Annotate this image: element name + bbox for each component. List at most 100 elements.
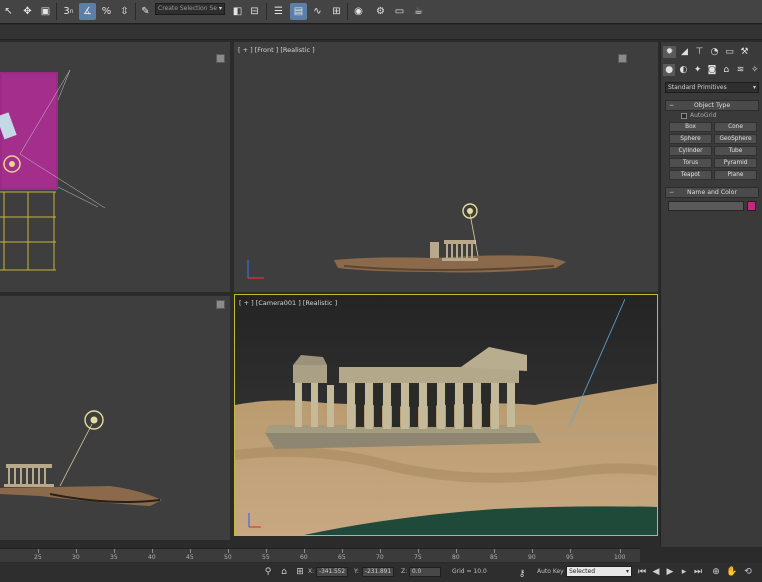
- object-color-swatch[interactable]: [747, 201, 756, 211]
- next-frame-icon[interactable]: ▸: [678, 566, 690, 578]
- status-bar: ⚲ ⌂ ⊞ X: -341.552 Y: -231.891 Z: 0.0 Gri…: [0, 563, 762, 582]
- viewport-label-camera[interactable]: [ + ] [Camera001 ] [Realistic ]: [239, 299, 337, 307]
- curve-editor-icon[interactable]: ∿: [309, 3, 326, 20]
- layers-icon[interactable]: ☰: [270, 3, 287, 20]
- timeline-tick-label: 40: [148, 554, 156, 561]
- go-to-end-icon[interactable]: ⏭: [692, 566, 704, 578]
- primitive-type-dropdown[interactable]: Standard Primitives ▾: [665, 82, 759, 93]
- sphere-button[interactable]: Sphere: [669, 134, 712, 144]
- angle-snap-icon[interactable]: ∡: [79, 3, 96, 20]
- scene-explorer-icon[interactable]: ▤: [290, 3, 307, 20]
- systems-icon[interactable]: ✧: [749, 64, 761, 76]
- viewport-front[interactable]: [ + ] [Front ] [Realistic ]: [234, 42, 658, 292]
- shapes-icon[interactable]: ◐: [677, 64, 689, 76]
- hierarchy-tab-icon[interactable]: ⊤: [693, 46, 706, 58]
- teapot-button[interactable]: Teapot: [669, 170, 712, 180]
- chevron-down-icon: ▾: [625, 568, 629, 575]
- display-tab-icon[interactable]: ▭: [723, 46, 736, 58]
- geometry-icon[interactable]: ●: [663, 64, 676, 76]
- edit-named-selection-icon[interactable]: ✎: [137, 3, 154, 20]
- rendered-frame-icon[interactable]: ▭: [391, 3, 408, 20]
- key-filter-dropdown[interactable]: Selected ▾: [566, 566, 632, 577]
- object-type-rollout[interactable]: − Object Type: [665, 100, 759, 111]
- cursor-icon[interactable]: ↖: [0, 3, 17, 20]
- timeline-tick: [456, 549, 457, 553]
- object-name-input[interactable]: [668, 201, 744, 211]
- percent-snap-icon[interactable]: %: [98, 3, 115, 20]
- viewport-maximize-button[interactable]: [216, 54, 225, 63]
- timeline-ruler[interactable]: 25 30 35 40 45 50 55 60 65 70 75 80 85 9…: [0, 548, 640, 562]
- sun-helper-line-left: [59, 423, 93, 487]
- z-coordinate-field[interactable]: 0.0: [409, 567, 441, 577]
- timeline-tick: [570, 549, 571, 553]
- select-region-icon[interactable]: ▣: [37, 3, 54, 20]
- modify-tab-icon[interactable]: ◢: [678, 46, 691, 58]
- x-coordinate-field[interactable]: -341.552: [316, 567, 348, 577]
- cameras-icon[interactable]: ◙: [706, 64, 718, 76]
- autokey-label[interactable]: Auto Key: [537, 568, 564, 575]
- previous-frame-icon[interactable]: ◀: [650, 566, 662, 578]
- cone-button[interactable]: Cone: [714, 122, 757, 132]
- toolbar-separator: [347, 3, 348, 20]
- viewport-left[interactable]: [0, 296, 230, 540]
- timeline-tick-label: 35: [110, 554, 118, 561]
- pyramid-button[interactable]: Pyramid: [714, 158, 757, 168]
- object-type-buttons: Box Cone Sphere GeoSphere Cylinder Tube …: [669, 122, 757, 180]
- render-setup-icon[interactable]: ⚙: [372, 3, 389, 20]
- zoom-icon[interactable]: ⊕: [710, 566, 722, 578]
- material-editor-icon[interactable]: ◉: [350, 3, 367, 20]
- go-to-start-icon[interactable]: ⏮: [636, 566, 648, 578]
- command-panel-tabs: ✹ ◢ ⊤ ◔ ▭ ⚒: [663, 46, 761, 60]
- mirror-icon[interactable]: ◧: [229, 3, 246, 20]
- isolate-icon[interactable]: ⌂: [278, 566, 290, 578]
- torus-button[interactable]: Torus: [669, 158, 712, 168]
- utilities-tab-icon[interactable]: ⚒: [738, 46, 751, 58]
- orbit-icon[interactable]: ⟲: [742, 566, 754, 578]
- move-icon[interactable]: ✥: [19, 3, 36, 20]
- geosphere-button[interactable]: GeoSphere: [714, 134, 757, 144]
- timeline-tick: [418, 549, 419, 553]
- lock-selection-icon[interactable]: ⚲: [262, 566, 274, 578]
- pan-icon[interactable]: ✋: [726, 566, 738, 578]
- timeline-tick: [494, 549, 495, 553]
- timeline-tick-label: 60: [300, 554, 308, 561]
- name-and-color-rollout[interactable]: − Name and Color: [665, 187, 759, 198]
- y-coordinate-field[interactable]: -231.891: [362, 567, 394, 577]
- motion-tab-icon[interactable]: ◔: [708, 46, 721, 58]
- schematic-view-icon[interactable]: ⊞: [328, 3, 345, 20]
- box-button[interactable]: Box: [669, 122, 712, 132]
- create-tab-icon[interactable]: ✹: [663, 46, 676, 58]
- helpers-icon[interactable]: ⌂: [720, 64, 732, 76]
- spinner-snap-icon[interactable]: ⇳: [116, 3, 133, 20]
- sun-object-core: [9, 161, 15, 167]
- object-type-title: Object Type: [693, 102, 731, 109]
- absolute-mode-icon[interactable]: ⊞: [294, 566, 306, 578]
- viewport-top[interactable]: [0, 42, 230, 292]
- timeline-tick: [342, 549, 343, 553]
- play-icon[interactable]: ▶: [664, 566, 676, 578]
- align-icon[interactable]: ⊟: [246, 3, 263, 20]
- timeline-tick: [304, 549, 305, 553]
- name-and-color-title: Name and Color: [687, 189, 737, 196]
- timeline-tick-label: 45: [186, 554, 194, 561]
- checkbox-icon[interactable]: [681, 112, 687, 119]
- viewport-camera[interactable]: [ + ] [Camera001 ] [Realistic ]: [234, 294, 658, 536]
- named-selection-set-dropdown[interactable]: Create Selection Se ▾: [155, 3, 225, 15]
- space-warps-icon[interactable]: ≋: [734, 64, 746, 76]
- timeline-tick: [114, 549, 115, 553]
- timeline-tick: [620, 549, 621, 553]
- cylinder-button[interactable]: Cylinder: [669, 146, 712, 156]
- timeline-tick-label: 85: [490, 554, 498, 561]
- chevron-down-icon: ▾: [752, 84, 756, 91]
- tube-button[interactable]: Tube: [714, 146, 757, 156]
- chevron-down-icon: ▾: [218, 5, 222, 12]
- plane-button[interactable]: Plane: [714, 170, 757, 180]
- key-filter-text: Selected: [569, 568, 596, 575]
- lights-icon[interactable]: ✦: [692, 64, 704, 76]
- autogrid-checkbox[interactable]: AutoGrid: [681, 112, 717, 119]
- temple-left: [4, 464, 54, 487]
- render-icon[interactable]: ☕: [410, 3, 427, 20]
- key-icon[interactable]: ⚷: [516, 568, 528, 580]
- snap-3-icon[interactable]: 3n: [60, 3, 77, 20]
- timeline-tick-label: 70: [376, 554, 384, 561]
